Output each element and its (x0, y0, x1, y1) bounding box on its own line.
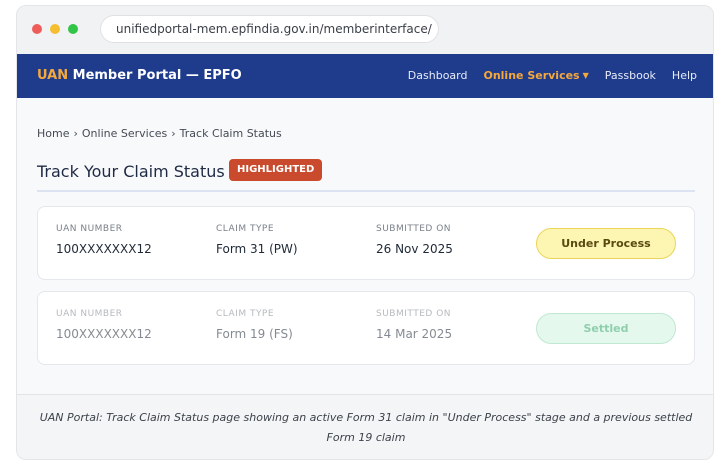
nav-link-online-services[interactable]: Online Services ▼ (483, 54, 588, 98)
nav-link-label: Online Services (483, 69, 580, 82)
claim-type-value: Form 31 (PW) (216, 242, 298, 256)
breadcrumb-home[interactable]: Home (37, 127, 69, 140)
minimize-window-button[interactable] (50, 24, 60, 34)
claim-type-value: Form 19 (FS) (216, 327, 293, 341)
claim-type-label: CLAIM TYPE (216, 309, 275, 319)
address-bar[interactable]: unifiedportal-mem.epfindia.gov.in/member… (100, 15, 439, 43)
breadcrumb-online-services[interactable]: Online Services (82, 127, 167, 140)
nav-link-passbook[interactable]: Passbook (605, 54, 656, 98)
figure-caption: UAN Portal: Track Claim Status page show… (17, 394, 713, 459)
uan-field: UAN NUMBER 100XXXXXXX12 (56, 224, 152, 256)
uan-label: UAN NUMBER (56, 224, 123, 234)
submitted-on-value: 14 Mar 2025 (376, 327, 453, 341)
submitted-on-label: SUBMITTED ON (376, 224, 452, 234)
breadcrumb-separator: › (73, 127, 78, 140)
claim-type-field: CLAIM TYPE Form 31 (PW) (216, 224, 298, 256)
highlighted-badge: HIGHLIGHTED (229, 159, 323, 181)
chevron-down-icon: ▼ (582, 71, 589, 80)
breadcrumb-separator: › (171, 127, 176, 140)
main-content: Home › Online Services › Track Claim Status … (17, 98, 713, 394)
claim-type-label: CLAIM TYPE (216, 224, 275, 234)
status-badge-settled: Settled (536, 313, 676, 344)
breadcrumb-current: Track Claim Status (179, 127, 282, 140)
claim-card[interactable]: UAN NUMBER 100XXXXXXX12 CLAIM TYPE Form … (37, 291, 695, 365)
brand-name: Member Portal — EPFO (68, 68, 242, 83)
claim-card[interactable]: UAN NUMBER 100XXXXXXX12 CLAIM TYPE Form … (37, 206, 695, 280)
uan-label: UAN NUMBER (56, 309, 123, 319)
brand-accent: UAN (37, 68, 69, 83)
submitted-on-label: SUBMITTED ON (376, 309, 452, 319)
top-navbar: UAN Member Portal — EPFO Dashboard Onlin… (17, 54, 713, 98)
browser-chrome: unifiedportal-mem.epfindia.gov.in/member… (17, 6, 713, 54)
submitted-on-field: SUBMITTED ON 26 Nov 2025 (376, 224, 453, 256)
maximize-window-button[interactable] (68, 24, 78, 34)
submitted-on-value: 26 Nov 2025 (376, 242, 453, 256)
uan-value: 100XXXXXXX12 (56, 242, 152, 256)
browser-window: unifiedportal-mem.epfindia.gov.in/member… (16, 5, 714, 460)
nav-link-help[interactable]: Help (672, 54, 697, 98)
title-divider (37, 190, 695, 192)
uan-field: UAN NUMBER 100XXXXXXX12 (56, 309, 152, 341)
nav-link-dashboard[interactable]: Dashboard (408, 54, 468, 98)
close-window-button[interactable] (32, 24, 42, 34)
uan-value: 100XXXXXXX12 (56, 327, 152, 341)
brand-logo-text[interactable]: UAN Member Portal — EPFO (37, 54, 242, 98)
status-badge-under-process: Under Process (536, 228, 676, 259)
breadcrumb: Home › Online Services › Track Claim Status (37, 127, 282, 140)
nav-links: Dashboard Online Services ▼ Passbook Help (408, 54, 697, 98)
claim-type-field: CLAIM TYPE Form 19 (FS) (216, 309, 293, 341)
submitted-on-field: SUBMITTED ON 14 Mar 2025 (376, 309, 452, 341)
page-title: Track Your Claim Status (37, 162, 225, 181)
